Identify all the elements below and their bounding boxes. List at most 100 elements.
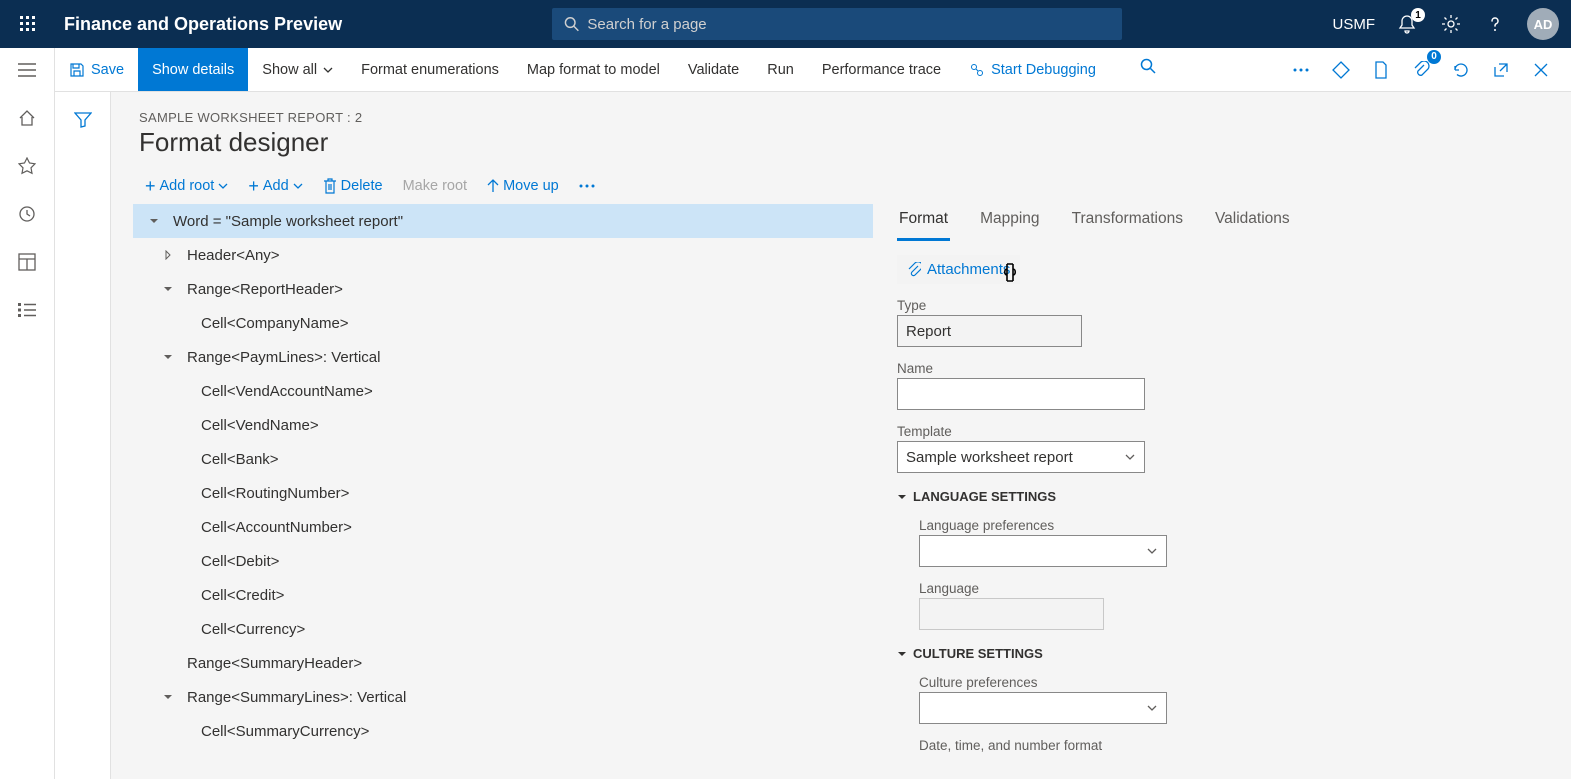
validate-button[interactable]: Validate [674, 48, 753, 91]
culture-pref-label: Culture preferences [919, 675, 1555, 690]
avatar[interactable]: AD [1527, 8, 1559, 40]
caret-down-icon [897, 649, 907, 659]
search-box[interactable] [552, 8, 1122, 40]
lang-pref-select[interactable] [919, 535, 1167, 567]
tree-row[interactable]: Range<PaymLines>: Vertical [133, 340, 873, 374]
delete-button[interactable]: Delete [317, 174, 389, 198]
performance-trace-button[interactable]: Performance trace [808, 48, 955, 91]
map-format-button[interactable]: Map format to model [513, 48, 674, 91]
caret-right-icon[interactable] [163, 250, 179, 260]
popout-button[interactable] [1483, 52, 1519, 88]
properties-pane: Format Mapping Transformations Validatio… [873, 204, 1571, 779]
search-icon [564, 16, 579, 32]
tree-row[interactable]: Range<SummaryLines>: Vertical [133, 680, 873, 714]
settings-icon[interactable] [1439, 12, 1463, 36]
type-field: Report [897, 315, 1082, 347]
refresh-button[interactable] [1443, 52, 1479, 88]
attachments-button[interactable]: Attachments [897, 255, 1020, 284]
close-icon [1534, 63, 1548, 77]
search-icon [1140, 58, 1156, 74]
tab-mapping[interactable]: Mapping [978, 204, 1041, 241]
workspace-icon[interactable] [15, 250, 39, 274]
tree-row[interactable]: Cell<Bank> [133, 442, 873, 476]
filter-icon[interactable] [71, 108, 95, 132]
filter-strip [55, 92, 111, 779]
tree-label: Cell<Bank> [201, 451, 279, 468]
more-button[interactable] [1283, 52, 1319, 88]
tree-row[interactable]: Cell<RoutingNumber> [133, 476, 873, 510]
tab-strip: Format Mapping Transformations Validatio… [897, 204, 1555, 241]
add-root-button[interactable]: +Add root [139, 174, 234, 198]
tree-label: Cell<Currency> [201, 621, 305, 638]
language-field [919, 598, 1104, 630]
tree-row[interactable]: Cell<AccountNumber> [133, 510, 873, 544]
app-title: Finance and Operations Preview [64, 14, 342, 35]
add-button[interactable]: +Add [242, 174, 308, 198]
name-label: Name [897, 361, 1555, 376]
move-up-button[interactable]: Move up [481, 174, 565, 198]
ellipsis-icon [1293, 68, 1309, 72]
culture-pref-select[interactable] [919, 692, 1167, 724]
tab-validations[interactable]: Validations [1213, 204, 1292, 241]
search-input[interactable] [587, 16, 1110, 33]
start-debugging-button[interactable]: Start Debugging [955, 48, 1110, 91]
attachments-button[interactable]: 0 [1403, 52, 1439, 88]
command-bar: Save Show details Show all Format enumer… [0, 48, 1571, 92]
show-all-button[interactable]: Show all [248, 48, 347, 91]
caret-down-icon[interactable] [163, 352, 179, 362]
home-icon[interactable] [15, 106, 39, 130]
help-icon[interactable] [1483, 12, 1507, 36]
culture-settings-header[interactable]: CULTURE SETTINGS [897, 646, 1555, 661]
tree-label: Range<PaymLines>: Vertical [187, 349, 380, 366]
tab-format[interactable]: Format [897, 204, 950, 241]
name-input[interactable] [897, 378, 1145, 410]
run-button[interactable]: Run [753, 48, 808, 91]
language-settings-header[interactable]: LANGUAGE SETTINGS [897, 489, 1555, 504]
breadcrumb: SAMPLE WORKSHEET REPORT : 2 [139, 110, 1543, 125]
caret-down-icon[interactable] [163, 692, 179, 702]
caret-down-icon[interactable] [149, 216, 165, 226]
debug-icon [969, 62, 985, 78]
find-button[interactable] [1130, 48, 1166, 84]
modules-icon[interactable] [15, 298, 39, 322]
notifications-icon[interactable]: 1 [1395, 12, 1419, 36]
close-button[interactable] [1523, 52, 1559, 88]
template-select[interactable]: Sample worksheet report [897, 441, 1145, 473]
tree-label: Range<ReportHeader> [187, 281, 343, 298]
tree-row[interactable]: Cell<Currency> [133, 612, 873, 646]
document-button[interactable] [1363, 52, 1399, 88]
lang-pref-label: Language preferences [919, 518, 1555, 533]
tree-label: Range<SummaryHeader> [187, 655, 362, 672]
toolbar-more-button[interactable] [573, 180, 601, 192]
company-label[interactable]: USMF [1333, 16, 1376, 33]
tree-row[interactable]: Range<ReportHeader> [133, 272, 873, 306]
tree-row[interactable]: Cell<VendAccountName> [133, 374, 873, 408]
caret-down-icon[interactable] [163, 284, 179, 294]
format-tree[interactable]: Word = "Sample worksheet report"Header<A… [133, 204, 873, 779]
chevron-down-icon [218, 181, 228, 191]
tree-row[interactable]: Cell<Credit> [133, 578, 873, 612]
waffle-icon[interactable] [12, 8, 44, 40]
ellipsis-icon [579, 184, 595, 188]
tree-label: Cell<RoutingNumber> [201, 485, 349, 502]
tree-row[interactable]: Cell<Debit> [133, 544, 873, 578]
format-enumerations-button[interactable]: Format enumerations [347, 48, 513, 91]
recent-icon[interactable] [15, 202, 39, 226]
diamond-icon [1332, 61, 1350, 79]
tree-row[interactable]: Word = "Sample worksheet report" [133, 204, 873, 238]
save-button[interactable]: Save [55, 48, 138, 91]
hamburger-icon[interactable] [15, 58, 39, 82]
tree-row[interactable]: Header<Any> [133, 238, 873, 272]
star-icon[interactable] [15, 154, 39, 178]
tree-row[interactable]: Cell<CompanyName> [133, 306, 873, 340]
paperclip-icon [907, 262, 921, 278]
tree-row[interactable]: Range<SummaryHeader> [133, 646, 873, 680]
show-details-button[interactable]: Show details [138, 48, 248, 91]
tab-transformations[interactable]: Transformations [1070, 204, 1185, 241]
template-label: Template [897, 424, 1555, 439]
tree-row[interactable]: Cell<VendName> [133, 408, 873, 442]
arrow-up-icon [487, 179, 499, 193]
office-button[interactable] [1323, 52, 1359, 88]
type-label: Type [897, 298, 1555, 313]
tree-row[interactable]: Cell<SummaryCurrency> [133, 714, 873, 748]
